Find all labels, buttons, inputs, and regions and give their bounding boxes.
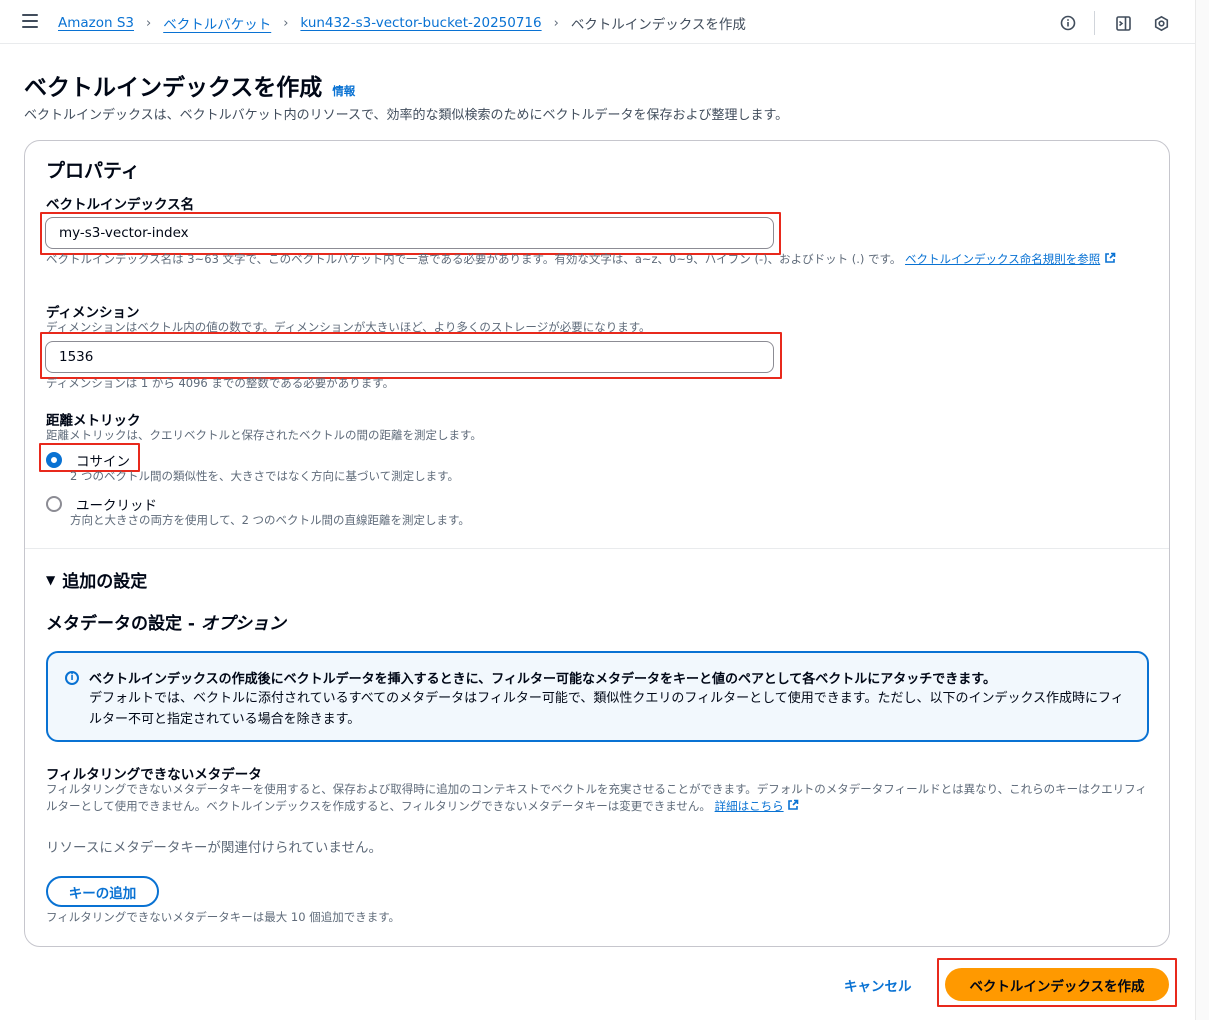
index-name-input[interactable]: my-s3-vector-index	[45, 217, 774, 249]
key-limit-hint: フィルタリングできないメタデータキーは最大 10 個追加できます。	[46, 910, 401, 924]
section-title-properties: プロパティ	[46, 160, 140, 182]
divider	[1094, 11, 1095, 35]
radio-cosine[interactable]: コサイン	[46, 450, 130, 470]
metadata-title-optional: オプション	[200, 614, 286, 634]
cancel-button[interactable]: キャンセル	[844, 975, 912, 995]
top-icons	[1040, 11, 1171, 35]
non-filterable-description: フィルタリングできないメタデータキーを使用すると、保存および取得時に追加のコンテ…	[46, 781, 1151, 815]
create-index-button[interactable]: ベクトルインデックスを作成	[945, 968, 1169, 1001]
info-link[interactable]: 情報	[332, 83, 355, 99]
metadata-title-text: メタデータの設定 -	[46, 614, 201, 634]
radio-euclidean-label: ユークリッド	[76, 498, 157, 514]
section-divider	[25, 548, 1169, 549]
page-description: ベクトルインデックスは、ベクトルバケット内のリソースで、効率的な類似検索のために…	[24, 108, 789, 123]
scrollbar[interactable]	[1195, 0, 1209, 1020]
dimension-hint: ディメンションは 1 から 4096 までの整数である必要があります。	[46, 376, 395, 390]
dimension-label: ディメンション	[46, 305, 140, 321]
additional-settings-label: 追加の設定	[62, 572, 148, 592]
chevron-right-icon: ›	[553, 15, 559, 31]
no-metadata-keys-message: リソースにメタデータキーが関連付けられていません。	[46, 840, 383, 856]
page-header: ベクトルインデックスを作成 情報	[24, 68, 355, 102]
caret-down-icon: ▼	[46, 572, 56, 587]
chevron-right-icon: ›	[146, 15, 152, 31]
distance-metric-description: 距離メトリックは、クエリベクトルと保存されたベクトルの間の距離を測定します。	[46, 428, 482, 442]
external-link-icon	[1105, 252, 1116, 263]
dimension-input[interactable]: 1536	[45, 341, 774, 373]
additional-settings-toggle[interactable]: ▼ 追加の設定	[46, 567, 147, 592]
menu-icon[interactable]	[22, 14, 38, 28]
external-link-icon	[788, 799, 799, 810]
settings-hexagon-icon[interactable]	[1151, 13, 1171, 33]
radio-cosine-description: 2 つのベクトル間の類似性を、大きさではなく方向に基づいて測定します。	[70, 469, 459, 483]
radio-euclidean-description: 方向と大きさの両方を使用して、2 つのベクトル間の直線距離を測定します。	[70, 513, 470, 527]
properties-container: プロパティ ベクトルインデックス名 my-s3-vector-index ベクト…	[24, 140, 1170, 947]
info-circle-icon[interactable]	[1058, 13, 1078, 33]
radio-button[interactable]	[46, 496, 62, 512]
metadata-settings-title: メタデータの設定 - オプション	[46, 609, 286, 634]
add-key-button[interactable]: キーの追加	[46, 876, 159, 907]
learn-more-link[interactable]: 詳細はこちら	[715, 799, 784, 813]
breadcrumb-amazon-s3[interactable]: Amazon S3	[58, 15, 134, 31]
alert-body: デフォルトでは、ベクトルに添付されているすべてのメタデータはフィルター可能で、類…	[89, 691, 1124, 727]
distance-metric-label: 距離メトリック	[46, 413, 141, 429]
breadcrumb: Amazon S3 › ベクトルバケット › kun432-s3-vector-…	[58, 13, 746, 33]
non-filterable-description-text: フィルタリングできないメタデータキーを使用すると、保存および取得時に追加のコンテ…	[46, 782, 1147, 813]
top-navigation-bar: Amazon S3 › ベクトルバケット › kun432-s3-vector-…	[0, 0, 1195, 44]
index-name-label: ベクトルインデックス名	[46, 197, 195, 213]
radio-button-selected[interactable]	[46, 452, 62, 468]
alert-title: ベクトルインデックスの作成後にベクトルデータを挿入するときに、フィルター可能なメ…	[89, 672, 997, 687]
radio-euclidean[interactable]: ユークリッド	[46, 494, 157, 514]
naming-rules-link[interactable]: ベクトルインデックス命名規則を参照	[905, 252, 1100, 266]
breadcrumb-bucket[interactable]: kun432-s3-vector-bucket-20250716	[300, 15, 541, 31]
info-icon: i	[65, 671, 79, 685]
index-name-hint: ベクトルインデックス名は 3~63 文字で、このベクトルバケット内で一意である必…	[46, 251, 1146, 268]
breadcrumb-current: ベクトルインデックスを作成	[570, 17, 746, 33]
side-panel-icon[interactable]	[1113, 13, 1133, 33]
page-title: ベクトルインデックスを作成	[24, 75, 323, 101]
info-alert: i ベクトルインデックスの作成後にベクトルデータを挿入するときに、フィルター可能…	[46, 651, 1149, 742]
non-filterable-label: フィルタリングできないメタデータ	[46, 767, 262, 783]
radio-cosine-label: コサイン	[76, 454, 130, 470]
breadcrumb-vector-buckets[interactable]: ベクトルバケット	[163, 13, 271, 33]
index-name-hint-text: ベクトルインデックス名は 3~63 文字で、このベクトルバケット内で一意である必…	[46, 252, 902, 266]
chevron-right-icon: ›	[283, 15, 289, 31]
